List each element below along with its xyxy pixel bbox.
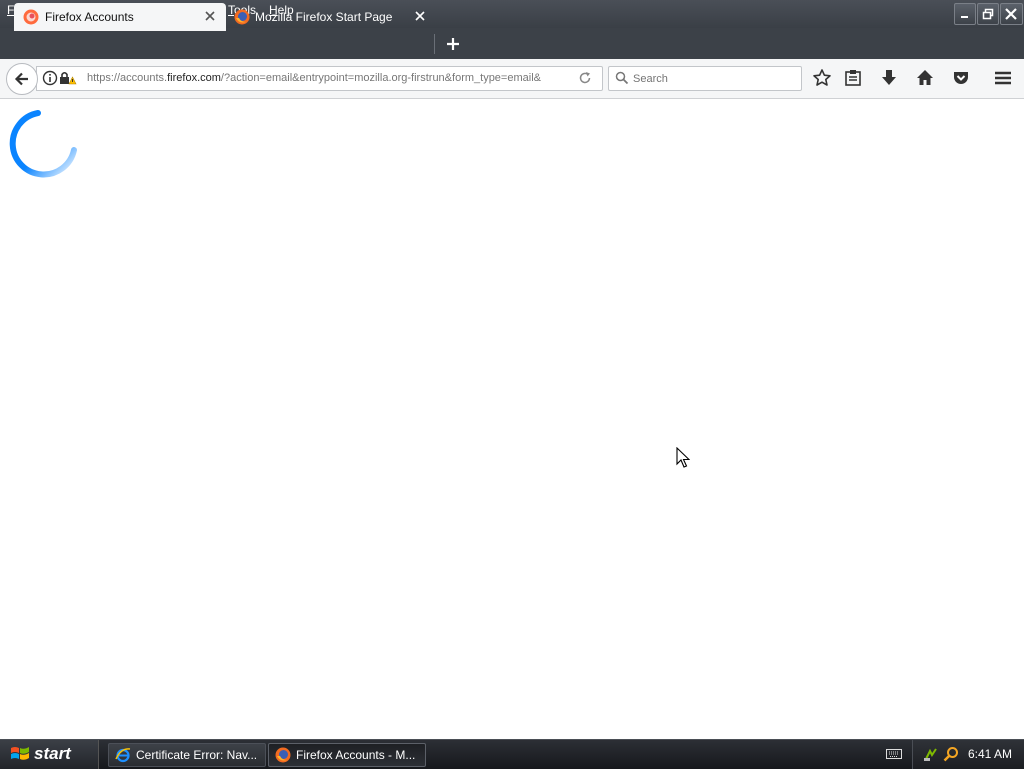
hamburger-menu-icon[interactable]	[993, 68, 1013, 88]
clock[interactable]: 6:41 AM	[968, 747, 1012, 761]
firefox-accounts-icon	[23, 9, 39, 25]
info-icon[interactable]	[42, 70, 58, 86]
tab-mozilla-firefox-start-page[interactable]: Mozilla Firefox Start Page	[228, 3, 434, 31]
close-icon	[1005, 8, 1017, 20]
url-text[interactable]: https://accounts.firefox.com/?action=ema…	[87, 72, 544, 84]
minimize-icon	[961, 16, 968, 18]
windows-logo-icon	[11, 747, 29, 760]
back-arrow-icon	[14, 72, 28, 86]
taskbar-item-firefox-accounts[interactable]: Firefox Accounts - M...	[268, 743, 426, 767]
insecure-lock-icon[interactable]	[59, 70, 77, 86]
taskbar-item-label: Firefox Accounts - M...	[296, 748, 416, 762]
loading-spinner	[9, 110, 77, 178]
search-box[interactable]	[608, 66, 802, 91]
system-tray: 6:41 AM	[912, 740, 1024, 769]
close-tab-icon[interactable]	[203, 9, 217, 23]
firefox-icon	[234, 9, 250, 25]
bookmarks-menu-icon[interactable]	[843, 68, 863, 88]
close-tab-icon[interactable]	[413, 9, 427, 23]
new-tab-icon[interactable]	[444, 35, 462, 53]
download-icon[interactable]	[879, 68, 899, 88]
keyboard-icon[interactable]	[886, 748, 902, 760]
tab-label: Firefox Accounts	[45, 10, 134, 24]
reload-icon[interactable]	[578, 71, 592, 85]
search-input[interactable]	[631, 70, 795, 88]
tab-label: Mozilla Firefox Start Page	[255, 10, 393, 24]
internet-explorer-icon	[115, 748, 131, 763]
taskbar: start Certificate Error: Nav... Firefox …	[0, 739, 1024, 769]
start-button[interactable]: start	[0, 740, 99, 769]
back-button[interactable]	[6, 63, 38, 95]
home-icon[interactable]	[915, 68, 935, 88]
firefox-icon	[275, 747, 291, 763]
bookmark-star-icon[interactable]	[812, 68, 832, 88]
taskbar-item-certificate-error[interactable]: Certificate Error: Nav...	[108, 743, 266, 767]
network-icon[interactable]	[923, 746, 939, 762]
start-label: start	[34, 744, 71, 763]
search-tray-icon[interactable]	[943, 746, 959, 762]
minimize-button[interactable]	[954, 3, 976, 25]
tab-firefox-accounts[interactable]: Firefox Accounts	[14, 3, 226, 31]
pocket-icon[interactable]	[951, 68, 971, 88]
url-bar[interactable]: https://accounts.firefox.com/?action=ema…	[36, 66, 603, 91]
restore-button[interactable]	[977, 3, 999, 25]
restore-icon	[982, 8, 994, 20]
page-content	[0, 99, 1024, 739]
tab-separator	[434, 34, 435, 54]
taskbar-item-label: Certificate Error: Nav...	[136, 748, 258, 762]
close-window-button[interactable]	[1000, 3, 1023, 25]
mouse-cursor	[676, 447, 690, 468]
tab-strip	[0, 28, 1024, 59]
search-icon	[615, 71, 629, 85]
navigation-toolbar: https://accounts.firefox.com/?action=ema…	[0, 59, 1024, 99]
